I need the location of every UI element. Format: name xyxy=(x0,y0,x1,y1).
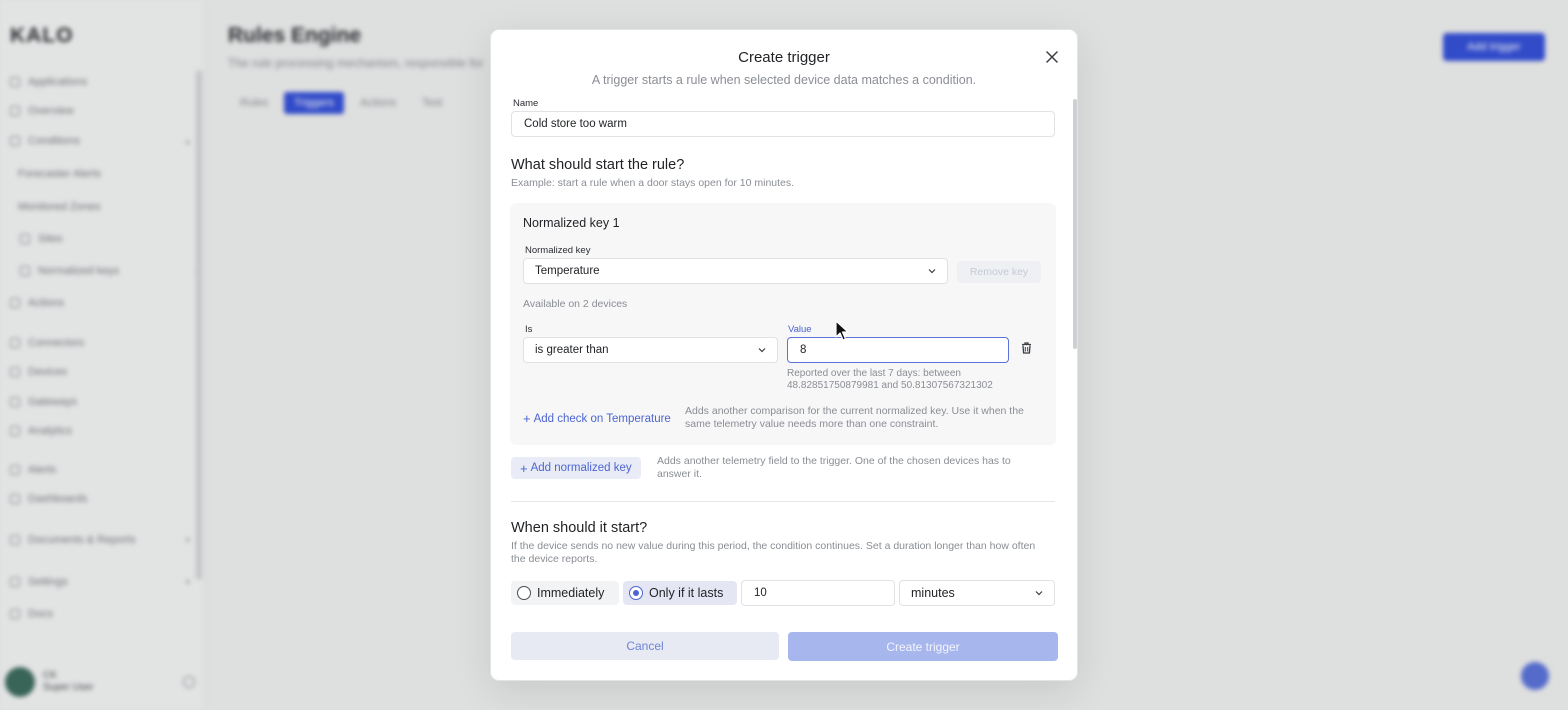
add-check-button[interactable]: + Add check on Temperature xyxy=(523,411,671,426)
radio-only-if-it-lasts[interactable]: Only if it lasts xyxy=(623,581,737,605)
close-icon xyxy=(1046,51,1058,63)
name-label: Name xyxy=(513,98,539,109)
section-title-when: When should it start? xyxy=(511,520,648,536)
mouse-cursor-icon xyxy=(835,320,849,341)
trash-icon xyxy=(1021,342,1031,354)
value-input[interactable] xyxy=(787,337,1009,363)
chevron-down-icon xyxy=(758,347,766,353)
radio-selected-icon xyxy=(629,586,643,600)
create-trigger-button[interactable]: Create trigger xyxy=(788,632,1058,661)
section-desc-start: Example: start a rule when a door stays … xyxy=(511,177,795,189)
section-divider xyxy=(511,501,1055,502)
dialog-subtitle: A trigger starts a rule when selected de… xyxy=(591,73,977,87)
normalized-key-card: Normalized key 1 Normalized key Temperat… xyxy=(510,203,1056,445)
add-key-description: Adds another telemetry field to the trig… xyxy=(657,455,1011,480)
radio-circle-icon xyxy=(517,586,531,600)
chevron-down-icon xyxy=(1035,590,1043,596)
duration-unit-select[interactable]: minutes xyxy=(899,580,1055,606)
name-input[interactable] xyxy=(511,111,1055,137)
availability-text: Available on 2 devices xyxy=(523,298,628,310)
plus-icon: + xyxy=(523,411,531,426)
chevron-down-icon xyxy=(928,268,936,274)
duration-input[interactable] xyxy=(741,580,895,606)
range-hint: Reported over the last 7 days: between 4… xyxy=(787,368,993,391)
section-desc-when: If the device sends no new value during … xyxy=(511,540,1036,565)
normalized-key-select[interactable]: Temperature xyxy=(523,258,948,284)
key-card-title: Normalized key 1 xyxy=(523,216,620,230)
section-title-start: What should start the rule? xyxy=(511,157,685,173)
close-button[interactable] xyxy=(1043,48,1061,66)
operator-select[interactable]: is greater than xyxy=(523,337,778,363)
cancel-button[interactable]: Cancel xyxy=(511,632,779,660)
add-normalized-key-button[interactable]: + Add normalized key xyxy=(511,457,641,479)
add-check-description: Adds another comparison for the current … xyxy=(685,405,1024,430)
remove-key-button[interactable]: Remove key xyxy=(957,261,1041,283)
create-trigger-dialog: Create trigger A trigger starts a rule w… xyxy=(490,29,1078,681)
dialog-title: Create trigger xyxy=(738,49,830,66)
operator-label: Is xyxy=(525,324,533,335)
radio-immediately[interactable]: Immediately xyxy=(511,581,619,605)
delete-check-button[interactable] xyxy=(1019,341,1033,355)
value-label: Value xyxy=(788,324,812,335)
normalized-key-label: Normalized key xyxy=(525,245,591,256)
plus-icon: + xyxy=(520,460,528,476)
dialog-scrollbar[interactable] xyxy=(1073,99,1077,349)
